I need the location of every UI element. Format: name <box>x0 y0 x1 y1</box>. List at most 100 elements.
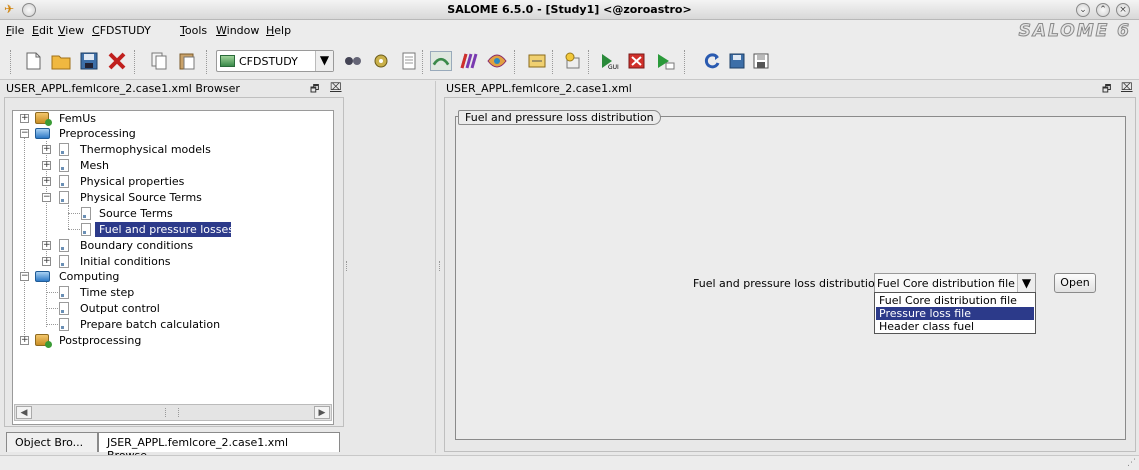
case-icon[interactable] <box>526 51 548 71</box>
right-panel-title: USER_APPL.femlcore_2.case1.xml <box>446 82 632 95</box>
expand-icon[interactable]: + <box>20 114 29 123</box>
tree-item-label: Physical properties <box>80 175 185 188</box>
expand-icon[interactable]: + <box>42 145 51 154</box>
tree-item-boundary-conditions[interactable]: + Boundary conditions <box>13 238 333 253</box>
maximize-button[interactable]: ⌃ <box>1096 3 1110 17</box>
salome-icon[interactable] <box>486 51 508 71</box>
window-title: SALOME 6.5.0 - [Study1] <@zoroastro> <box>447 3 692 16</box>
close-panel-icon[interactable]: ⌧ <box>330 82 342 93</box>
stop-icon[interactable] <box>626 51 648 71</box>
horizontal-scrollbar[interactable]: ◀ ▶ <box>14 404 332 421</box>
menu-file[interactable]: File <box>6 24 24 37</box>
document-icon <box>59 255 69 268</box>
tree-item-initial-conditions[interactable]: + Initial conditions <box>13 254 333 269</box>
menu-help[interactable]: Help <box>266 24 291 37</box>
tree-item-label: Source Terms <box>99 207 173 220</box>
tree-item-physical-source-terms[interactable]: − Physical Source Terms <box>13 190 333 205</box>
resize-grip-icon[interactable]: ⋰ <box>1127 458 1136 468</box>
tree-item-physical-properties[interactable]: + Physical properties <box>13 174 333 189</box>
close-study-icon[interactable] <box>106 51 128 71</box>
tree-item-femus[interactable]: + FemUs <box>13 111 333 126</box>
copy-icon[interactable] <box>148 51 170 71</box>
gear-icon[interactable] <box>370 51 392 71</box>
expand-icon[interactable]: + <box>42 161 51 170</box>
tree-item-postprocessing[interactable]: + Postprocessing <box>13 333 333 348</box>
toolbar-separator <box>684 50 685 74</box>
document-icon <box>59 302 69 315</box>
collapse-icon[interactable]: − <box>42 193 51 202</box>
tree-item-prepare-batch-calculation[interactable]: Prepare batch calculation <box>13 317 333 332</box>
title-bar: ✈ SALOME 6.5.0 - [Study1] <@zoroastro> ⌄… <box>0 0 1139 20</box>
splitter-grip <box>439 261 441 271</box>
open-button[interactable]: Open <box>1054 273 1096 293</box>
tree-item-fuel-and-pressure-losses[interactable]: Fuel and pressure losses <box>13 222 333 237</box>
tree-item-label: Mesh <box>80 159 109 172</box>
refresh-icon[interactable] <box>702 51 724 71</box>
expand-icon[interactable]: + <box>20 336 29 345</box>
tab-case-browser[interactable]: JSER_APPL.femlcore_2.case1.xml Browse <box>98 432 340 462</box>
tree-item-label: Postprocessing <box>59 334 142 347</box>
tree-item-label: Fuel and pressure losses <box>95 222 234 237</box>
new-file-icon[interactable] <box>22 51 44 71</box>
tree-item-preprocessing[interactable]: − Preprocessing <box>13 126 333 141</box>
cfdstudy-module-icon <box>220 55 235 67</box>
minimize-button[interactable]: ⌄ <box>1076 3 1090 17</box>
paraview-icon[interactable] <box>458 51 480 71</box>
tree-item-label: Output control <box>80 302 160 315</box>
left-panel-title: USER_APPL.femlcore_2.case1.xml Browser <box>6 82 240 95</box>
distribution-dropdown[interactable]: Fuel Core distribution file Pressure los… <box>874 292 1036 334</box>
close-panel-icon[interactable]: ⌧ <box>1121 82 1133 93</box>
menu-window[interactable]: Window <box>216 24 259 37</box>
tree-item-source-terms[interactable]: Source Terms <box>13 206 333 221</box>
paste-icon[interactable] <box>176 51 198 71</box>
menu-view[interactable]: View <box>58 24 84 37</box>
collapse-icon[interactable]: − <box>20 272 29 281</box>
tab-object-browser[interactable]: Object Bro... <box>6 432 98 452</box>
add-case-icon[interactable] <box>562 51 584 71</box>
study-icon[interactable] <box>342 51 364 71</box>
toolbar-separator <box>552 50 553 74</box>
expand-icon[interactable]: + <box>42 177 51 186</box>
tree-item-output-control[interactable]: Output control <box>13 301 333 316</box>
left-panel-header: USER_APPL.femlcore_2.case1.xml Browser 🗗… <box>4 81 344 97</box>
cfd-icon[interactable] <box>430 51 452 71</box>
save-icon[interactable] <box>78 51 100 71</box>
toolbar-separator <box>588 50 589 74</box>
tree-item-thermophysical-models[interactable]: + Thermophysical models <box>13 142 333 157</box>
menu-bar: File Edit View CFDSTUDY Tools Window Hel… <box>0 20 1139 42</box>
expand-icon[interactable]: + <box>42 257 51 266</box>
object-tree[interactable]: + FemUs − Preprocessing + Thermophysical… <box>12 110 334 425</box>
scroll-left-icon[interactable]: ◀ <box>16 406 32 419</box>
document-icon <box>59 159 69 172</box>
dropdown-option[interactable]: Fuel Core distribution file <box>876 294 1034 307</box>
save-as-icon[interactable] <box>750 51 772 71</box>
document-icon[interactable] <box>398 51 420 71</box>
open-folder-icon[interactable] <box>50 51 72 71</box>
close-window-button[interactable]: × <box>1116 3 1130 17</box>
save-case-icon[interactable] <box>726 51 748 71</box>
toolbar-separator <box>422 50 423 74</box>
scroll-right-icon[interactable]: ▶ <box>314 406 330 419</box>
menu-edit[interactable]: Edit <box>32 24 53 37</box>
tree-item-computing[interactable]: − Computing <box>13 269 333 284</box>
scrollbar-grip[interactable] <box>165 408 179 417</box>
tree-item-mesh[interactable]: + Mesh <box>13 158 333 173</box>
chevron-down-icon[interactable]: ▼ <box>1017 274 1035 292</box>
run-icon[interactable] <box>654 51 676 71</box>
tree-item-time-step[interactable]: Time step <box>13 285 333 300</box>
collapse-icon[interactable]: − <box>20 129 29 138</box>
distribution-label: Fuel and pressure loss distribution <box>693 277 882 290</box>
menu-tools[interactable]: Tools <box>180 24 207 37</box>
toolbar: CFDSTUDY ▼ GUI <box>0 42 1139 80</box>
run-gui-icon[interactable]: GUI <box>598 51 620 71</box>
document-icon <box>81 223 91 236</box>
expand-icon[interactable]: + <box>42 241 51 250</box>
dropdown-option-highlighted[interactable]: Pressure loss file <box>876 307 1034 320</box>
chevron-down-icon: ▼ <box>315 51 333 71</box>
module-combo[interactable]: CFDSTUDY ▼ <box>216 50 334 72</box>
distribution-combo[interactable]: Fuel Core distribution file ▼ <box>874 273 1036 293</box>
distribution-combo-value: Fuel Core distribution file <box>877 277 1015 290</box>
dropdown-option[interactable]: Header class fuel <box>876 320 1034 333</box>
right-splitter[interactable] <box>437 81 443 453</box>
menu-cfdstudy[interactable]: CFDSTUDY <box>92 24 151 37</box>
